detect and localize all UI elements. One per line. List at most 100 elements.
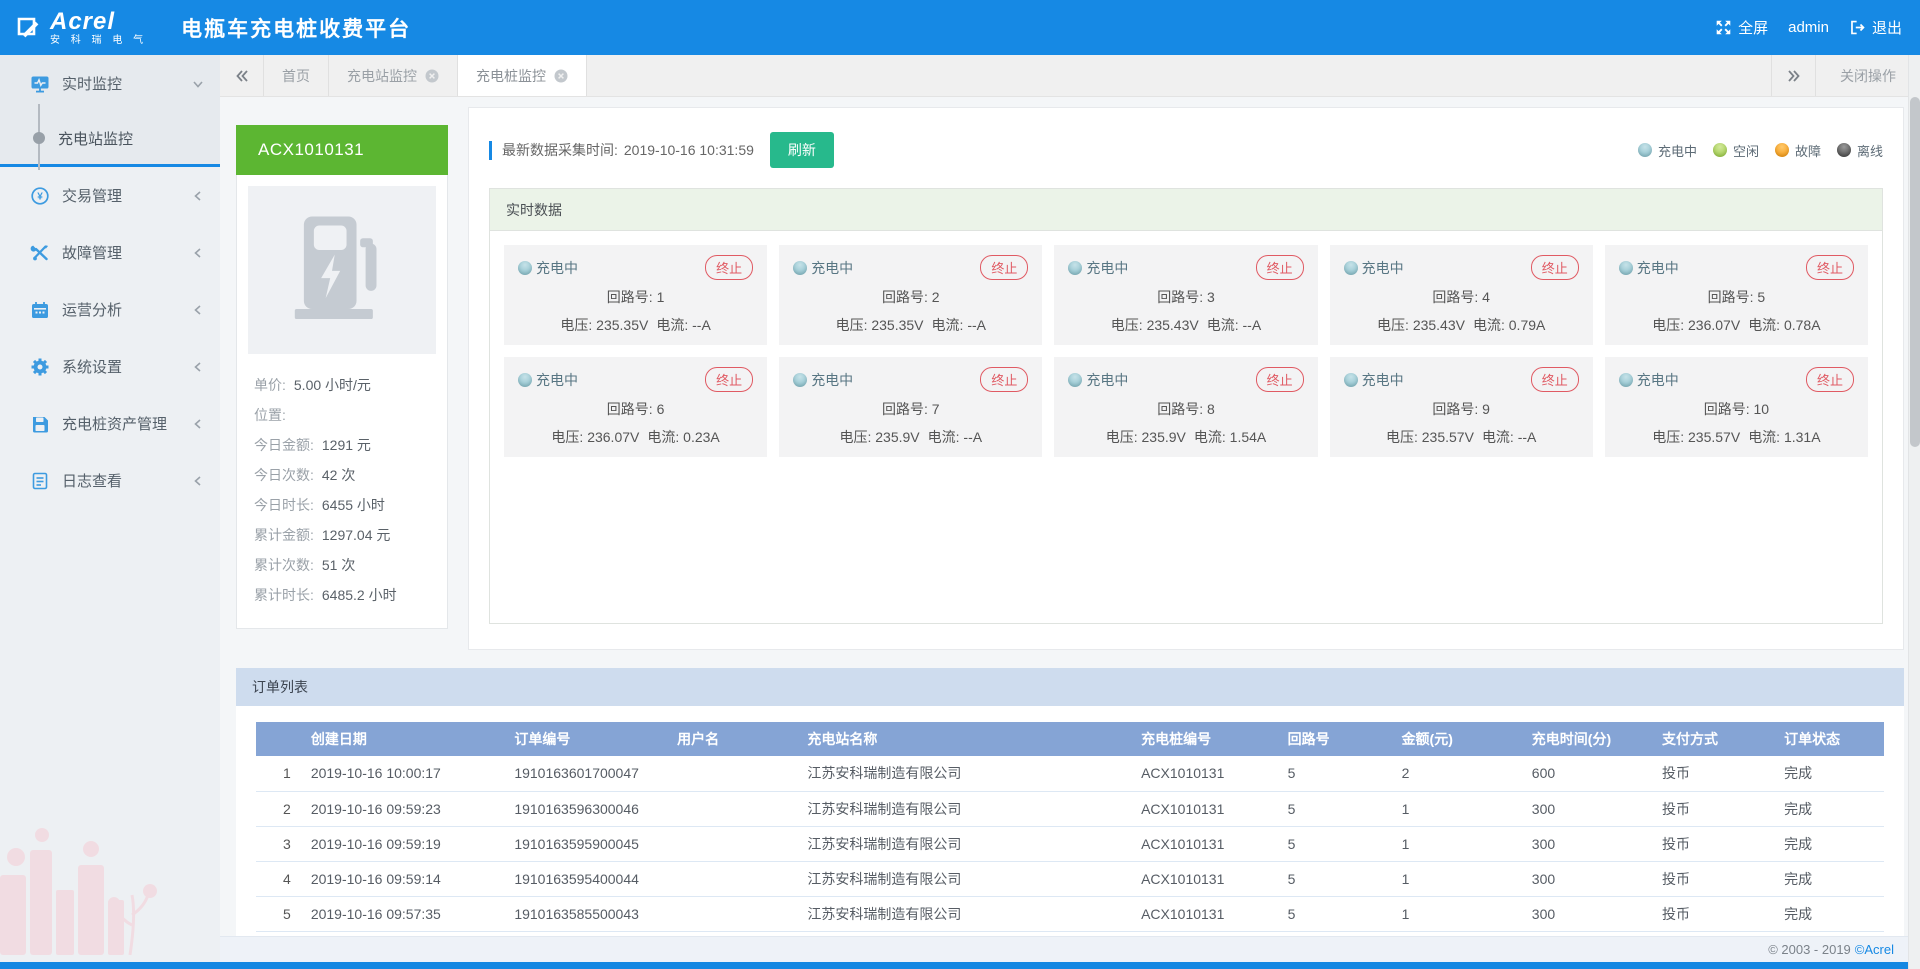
sidebar-item[interactable]: 故障管理: [0, 224, 220, 281]
orders-column-header: 金额(元): [1396, 722, 1526, 756]
chevron-icon: [192, 361, 204, 373]
circuit-status-label: 充电中: [1362, 258, 1404, 278]
fullscreen-label: 全屏: [1738, 17, 1768, 38]
status-dot-icon: [1775, 143, 1789, 157]
sidebar-item-label: 交易管理: [62, 185, 192, 206]
analysis-icon: [30, 300, 50, 320]
table-cell: ACX1010131: [1135, 826, 1282, 861]
sidebar-item-label: 系统设置: [62, 356, 192, 377]
acrel-logo: Acrel 安 科 瑞 电 气: [16, 10, 147, 46]
table-cell: 300: [1526, 861, 1656, 896]
circuit-voltage-current: 电压: 236.07V电流: 0.78A: [1619, 315, 1854, 335]
circuit-number: 回路号: 2: [793, 287, 1028, 307]
monitor-panel: 最新数据采集时间: 2019-10-16 10:31:59 刷新 充电中 空闲 …: [468, 107, 1904, 650]
terminate-button[interactable]: 终止: [980, 367, 1028, 392]
refresh-button[interactable]: 刷新: [770, 132, 834, 168]
fault-icon: [30, 243, 50, 263]
realtime-panel: 实时数据 充电中 终止 回路号: 1 电压: 235.35V电流: --A 充电…: [489, 188, 1883, 624]
charging-status-dot-icon: [793, 261, 807, 275]
tab-bar: 首页 充电站监控 充电桩监控 关闭操作: [220, 55, 1920, 97]
circuit-status-label: 充电中: [1086, 370, 1128, 390]
table-cell: 300: [1526, 791, 1656, 826]
station-id-header: ACX1010131: [236, 125, 448, 175]
tab-close-icon[interactable]: [425, 69, 439, 83]
sidebar-item[interactable]: 运营分析: [0, 281, 220, 338]
svg-text:¥: ¥: [37, 191, 43, 202]
table-cell: 2019-10-16 10:00:17: [305, 756, 509, 791]
transaction-icon: ¥: [30, 186, 50, 206]
station-stat-row: 今日金额: 1291 元: [254, 430, 430, 460]
table-cell: 2019-10-16 09:59:19: [305, 826, 509, 861]
fullscreen-button[interactable]: 全屏: [1715, 17, 1768, 38]
chevron-icon: [192, 247, 204, 259]
tab-close-icon[interactable]: [554, 69, 568, 83]
scrollbar-thumb[interactable]: [1910, 97, 1920, 447]
table-cell: 1910163595400044: [508, 861, 671, 896]
terminate-button[interactable]: 终止: [1806, 255, 1854, 280]
sidebar-item-label: 日志查看: [62, 470, 192, 491]
table-cell: 2: [256, 791, 305, 826]
copyright-text: © 2003 - 2019: [1768, 942, 1851, 957]
tab[interactable]: 充电站监控: [329, 55, 458, 96]
terminate-button[interactable]: 终止: [1256, 255, 1304, 280]
stat-label: 今日时长:: [254, 490, 314, 520]
table-cell: 投币: [1656, 756, 1778, 791]
circuit-card: 充电中 终止 回路号: 5 电压: 236.07V电流: 0.78A: [1605, 245, 1868, 345]
sidebar: 实时监控 充电站监控 ¥ 交易管理 故障管理 运营分析: [0, 55, 220, 962]
stat-value: 1297.04 元: [322, 520, 391, 550]
terminate-button[interactable]: 终止: [1256, 367, 1304, 392]
terminate-button[interactable]: 终止: [1531, 255, 1579, 280]
circuit-number: 回路号: 9: [1344, 399, 1579, 419]
terminate-button[interactable]: 终止: [1806, 367, 1854, 392]
sidebar-skyline-decoration: [0, 805, 220, 955]
logout-button[interactable]: 退出: [1849, 17, 1902, 38]
orders-column-header: 充电桩编号: [1135, 722, 1282, 756]
sidebar-item[interactable]: 系统设置: [0, 338, 220, 395]
station-stats: 单价: 5.00 小时/元 位置: 今日金额: 1291 元 今日次数: 42 …: [248, 354, 436, 610]
orders-column-header: 订单编号: [508, 722, 671, 756]
tab[interactable]: 充电桩监控: [458, 55, 587, 96]
sidebar-item[interactable]: 实时监控: [0, 55, 220, 112]
table-cell: 1910163601700047: [508, 756, 671, 791]
orders-column-header: 创建日期: [305, 722, 509, 756]
tabs-scroll-left-button[interactable]: [220, 55, 264, 96]
double-chevron-right-icon: [1787, 69, 1801, 83]
charging-status-dot-icon: [1344, 373, 1358, 387]
table-cell: 江苏安科瑞制造有限公司: [801, 791, 1135, 826]
orders-column-header: 订单状态: [1778, 722, 1884, 756]
station-stat-row: 单价: 5.00 小时/元: [254, 370, 430, 400]
table-cell: 2: [1396, 756, 1526, 791]
tab[interactable]: 首页: [264, 55, 329, 96]
station-stat-row: 累计金额: 1297.04 元: [254, 520, 430, 550]
table-cell: 5: [1282, 791, 1396, 826]
circuit-card: 充电中 终止 回路号: 1 电压: 235.35V电流: --A: [504, 245, 767, 345]
asset-icon: [30, 414, 50, 434]
terminate-button[interactable]: 终止: [1531, 367, 1579, 392]
sidebar-item[interactable]: ¥ 交易管理: [0, 167, 220, 224]
circuit-status-label: 充电中: [811, 370, 853, 390]
monitor-icon: [30, 74, 50, 94]
chevron-icon: [192, 78, 204, 90]
circuit-status-label: 充电中: [1637, 258, 1679, 278]
tabs-scroll-right-button[interactable]: [1771, 55, 1815, 96]
station-stat-row: 累计时长: 6485.2 小时: [254, 580, 430, 610]
sidebar-subitem[interactable]: 充电站监控: [0, 112, 220, 164]
terminate-button[interactable]: 终止: [980, 255, 1028, 280]
sidebar-item[interactable]: 充电桩资产管理: [0, 395, 220, 452]
circuit-card: 充电中 终止 回路号: 2 电压: 235.35V电流: --A: [779, 245, 1042, 345]
circuit-voltage-current: 电压: 235.43V电流: --A: [1068, 315, 1303, 335]
sidebar-item[interactable]: 日志查看: [0, 452, 220, 509]
stat-value: 5.00 小时/元: [294, 370, 371, 400]
footer-brand-link[interactable]: ©Acrel: [1855, 942, 1894, 957]
terminate-button[interactable]: 终止: [705, 367, 753, 392]
collect-time-value: 2019-10-16 10:31:59: [624, 142, 754, 158]
table-cell: 1: [256, 756, 305, 791]
terminate-button[interactable]: 终止: [705, 255, 753, 280]
circuit-number: 回路号: 3: [1068, 287, 1303, 307]
timeline-dot-icon: [33, 132, 45, 144]
orders-table-header: 创建日期订单编号用户名充电站名称充电桩编号回路号金额(元)充电时间(分)支付方式…: [256, 722, 1884, 756]
content-area: ACX1010131: [220, 97, 1920, 936]
fullscreen-icon: [1715, 19, 1732, 36]
user-menu[interactable]: admin: [1788, 19, 1829, 36]
close-operations-button[interactable]: 关闭操作: [1815, 55, 1920, 96]
